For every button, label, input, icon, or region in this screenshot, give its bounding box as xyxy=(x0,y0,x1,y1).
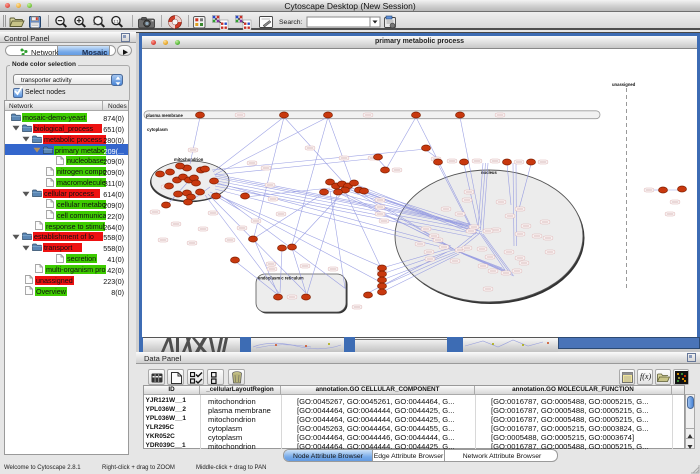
svg-text:Search:: Search: xyxy=(279,19,303,26)
svg-text:1:1: 1:1 xyxy=(114,19,119,23)
svg-text:nucleus: nucleus xyxy=(481,170,497,175)
svg-text:mitochondrion: mitochondrion xyxy=(174,157,204,162)
svg-text:plasma membrane: plasma membrane xyxy=(146,113,183,118)
svg-text:cytoplasm: cytoplasm xyxy=(147,127,168,132)
svg-text:unassigned: unassigned xyxy=(612,82,636,87)
